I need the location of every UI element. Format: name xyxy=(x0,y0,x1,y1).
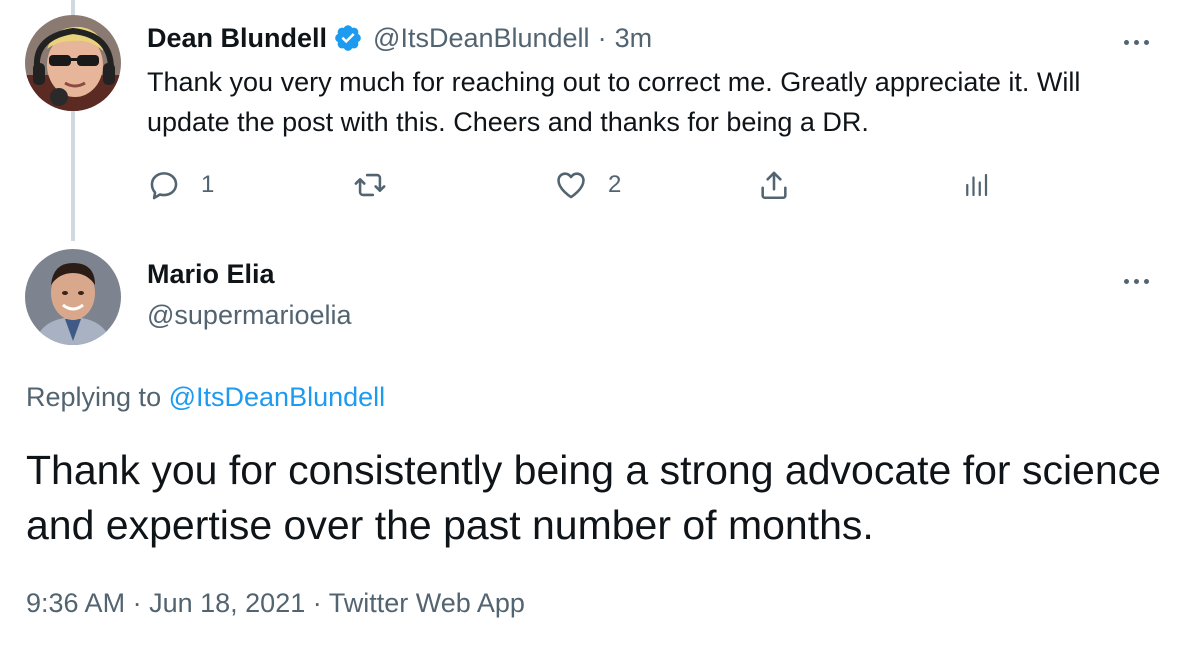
reply-icon xyxy=(147,168,181,202)
display-name[interactable]: Dean Blundell xyxy=(147,23,327,54)
tweet-header: Dean Blundell @ItsDeanBlundell · 3m xyxy=(147,20,652,56)
tweet-source[interactable]: Twitter Web App xyxy=(329,588,525,618)
retweet-button[interactable] xyxy=(352,166,408,204)
share-icon xyxy=(757,168,791,202)
more-options-icon[interactable] xyxy=(1124,271,1154,284)
replying-to: Replying to @ItsDeanBlundell xyxy=(26,382,385,413)
avatar[interactable] xyxy=(25,249,121,345)
analytics-button[interactable] xyxy=(961,166,991,204)
avatar[interactable] xyxy=(25,15,121,111)
separator: · xyxy=(597,22,607,53)
like-count: 2 xyxy=(608,171,622,198)
heart-icon xyxy=(554,168,588,202)
separator: · xyxy=(132,588,142,618)
tweet-date[interactable]: Jun 18, 2021 xyxy=(149,588,305,618)
analytics-icon xyxy=(961,168,991,202)
mention-link[interactable]: @ItsDeanBlundell xyxy=(169,382,386,412)
tweet-timestamp[interactable]: 3m xyxy=(615,23,653,54)
reply-button[interactable]: 1 xyxy=(147,166,214,204)
reply-count: 1 xyxy=(201,171,215,198)
user-handle[interactable]: @supermarioelia xyxy=(147,300,352,331)
verified-badge-icon xyxy=(333,23,363,53)
retweet-icon xyxy=(352,168,388,202)
display-name[interactable]: Mario Elia xyxy=(147,259,275,290)
user-handle[interactable]: @ItsDeanBlundell xyxy=(373,23,590,54)
replying-to-label: Replying to xyxy=(26,382,162,412)
share-button[interactable] xyxy=(757,166,791,204)
tweet-text: Thank you for consistently being a stron… xyxy=(26,447,1161,548)
tweet-metadata: 9:36 AM · Jun 18, 2021 · Twitter Web App xyxy=(26,588,525,619)
tweet-text: Thank you very much for reaching out to … xyxy=(147,67,1081,137)
like-button[interactable]: 2 xyxy=(554,166,621,204)
separator: · xyxy=(312,588,322,618)
tweet-time[interactable]: 9:36 AM xyxy=(26,588,125,618)
more-options-icon[interactable] xyxy=(1124,32,1154,45)
